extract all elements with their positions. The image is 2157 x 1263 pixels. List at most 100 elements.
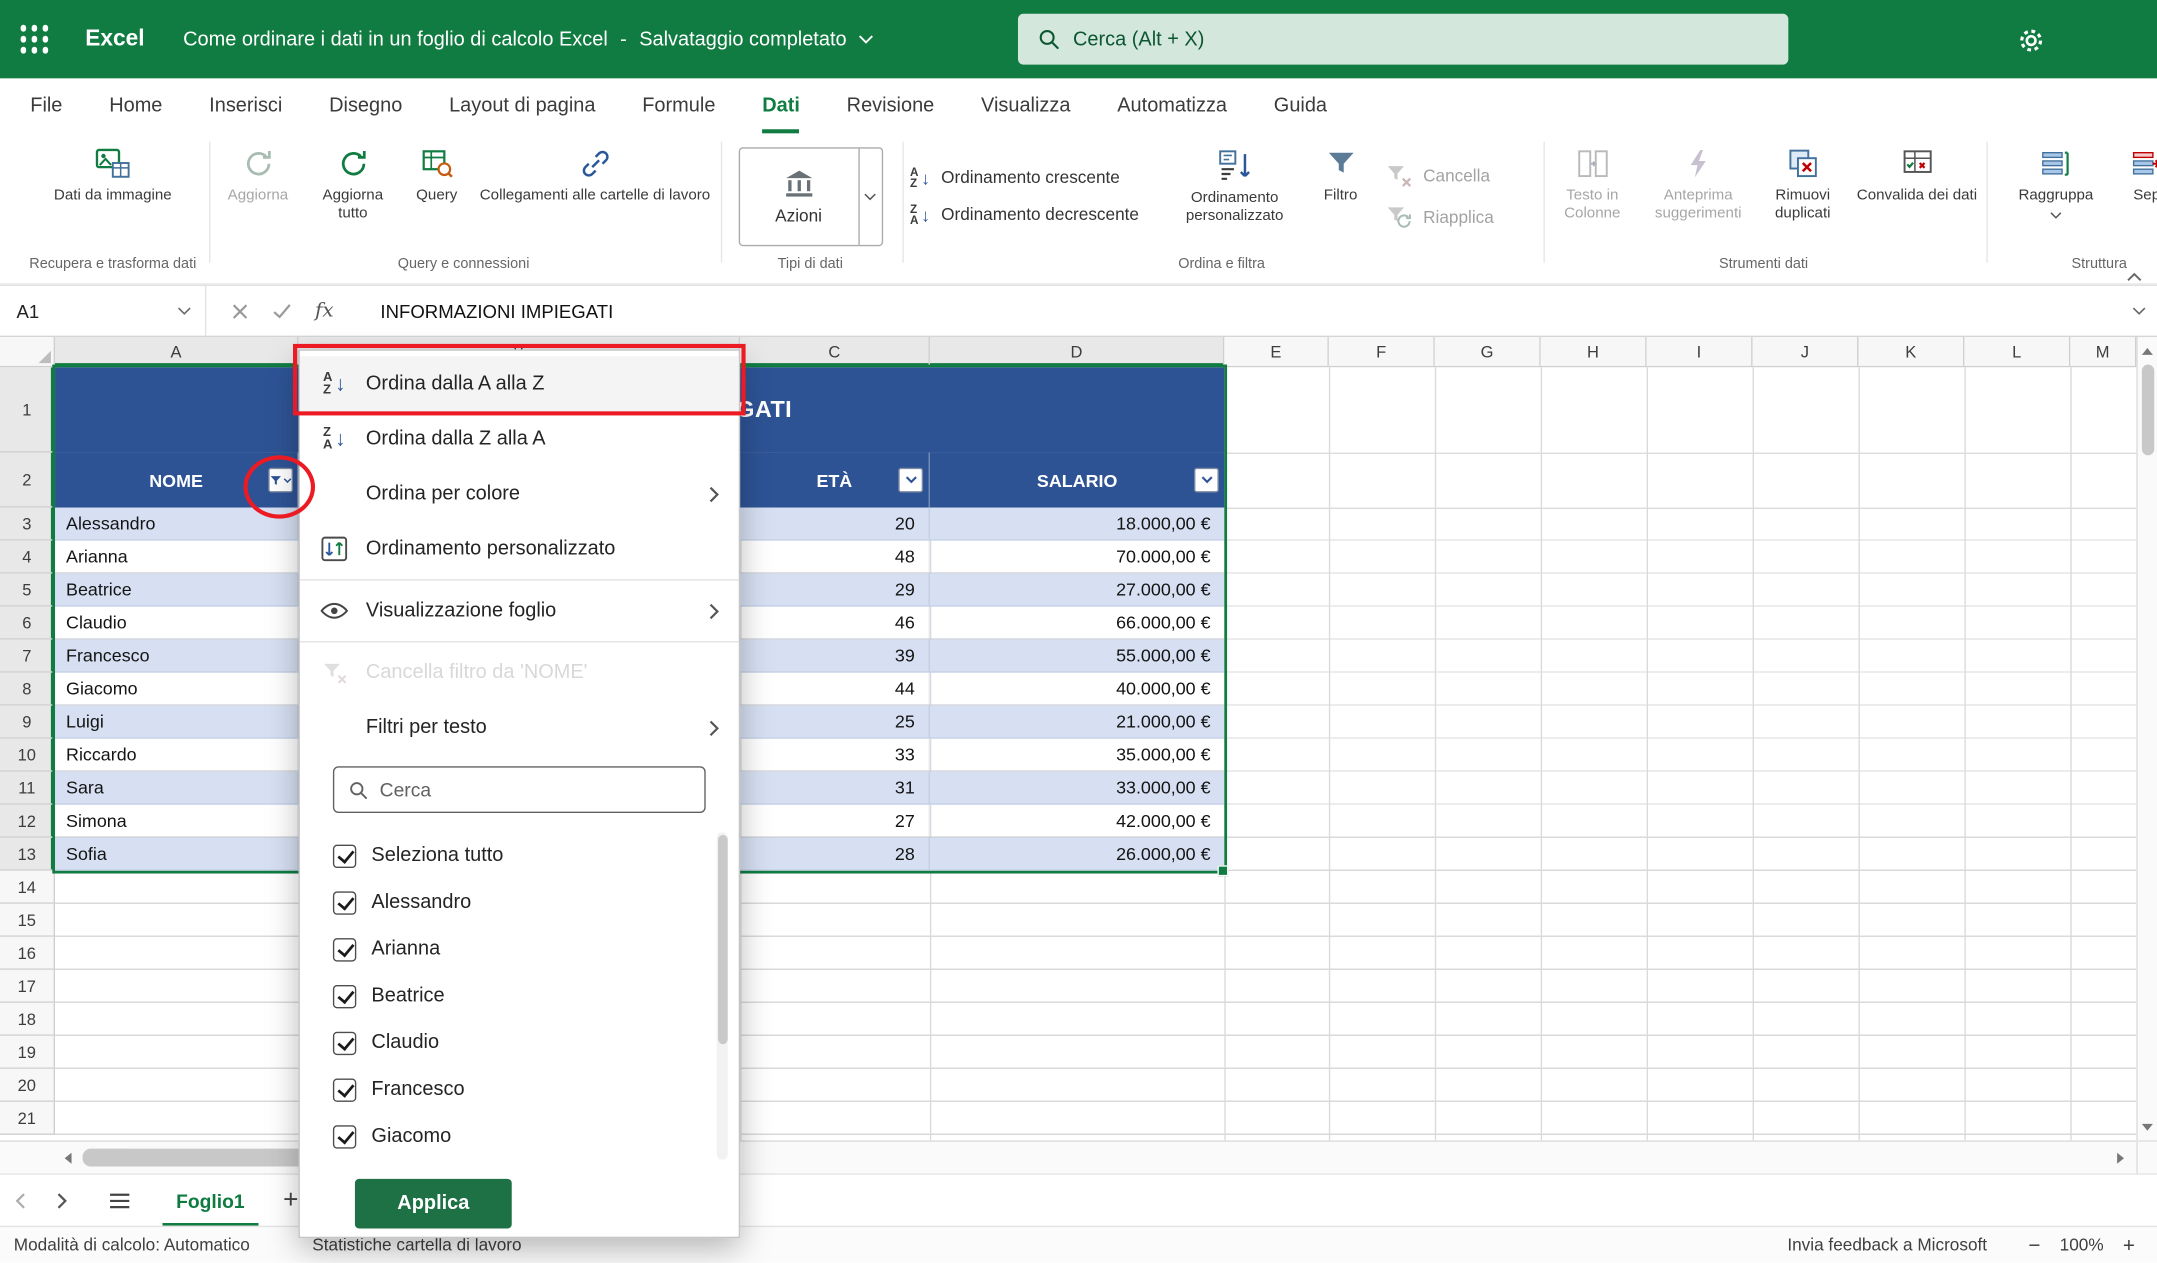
cell-eta[interactable]: 48 xyxy=(740,541,930,573)
row-header-11[interactable]: 11 xyxy=(0,772,55,805)
column-header-l[interactable]: L xyxy=(1964,337,2070,367)
convalida-dati-button[interactable]: Convalida dei dati xyxy=(1854,136,1981,256)
ordinamento-crescente-button[interactable]: AZ↓ Ordinamento crescente xyxy=(910,166,1166,189)
scroll-down-arrow[interactable] xyxy=(2138,1116,2157,1138)
row-header-14[interactable]: 14 xyxy=(0,871,55,904)
menu-scrollbar[interactable] xyxy=(717,832,728,1159)
tab-disegno[interactable]: Disegno xyxy=(329,78,402,133)
cell-salario[interactable]: 27.000,00 € xyxy=(930,574,1224,606)
tab-dati[interactable]: Dati xyxy=(762,78,800,133)
column-header-f[interactable]: F xyxy=(1329,337,1435,367)
cell-eta[interactable]: 20 xyxy=(740,508,930,540)
checklist-item-select-all[interactable]: Seleziona tutto xyxy=(333,832,739,879)
zoom-level[interactable]: 100% xyxy=(2060,1235,2104,1254)
column-header-k[interactable]: K xyxy=(1858,337,1964,367)
tab-revisione[interactable]: Revisione xyxy=(847,78,935,133)
previous-sheet-button[interactable] xyxy=(0,1192,41,1209)
select-all-corner[interactable] xyxy=(0,337,55,367)
apply-button[interactable]: Applica xyxy=(355,1179,512,1229)
header-cell-nome[interactable]: NOME xyxy=(55,453,298,508)
row-header-3[interactable]: 3 xyxy=(0,508,55,541)
app-name[interactable]: Excel xyxy=(85,26,144,52)
cell-nome[interactable]: Alessandro xyxy=(55,508,298,540)
row-header-16[interactable]: 16 xyxy=(0,937,55,970)
column-header-j[interactable]: J xyxy=(1753,337,1859,367)
cell-salario[interactable]: 26.000,00 € xyxy=(930,838,1224,870)
row-header-4[interactable]: 4 xyxy=(0,541,55,574)
cell-salario[interactable]: 33.000,00 € xyxy=(930,772,1224,804)
cell-salario[interactable]: 40.000,00 € xyxy=(930,673,1224,705)
checkbox-checked-icon[interactable] xyxy=(333,844,356,867)
tab-formule[interactable]: Formule xyxy=(642,78,715,133)
menu-scroll-thumb[interactable] xyxy=(717,835,727,1044)
checkbox-checked-icon[interactable] xyxy=(333,937,356,960)
cell-eta[interactable]: 33 xyxy=(740,739,930,771)
cell-salario[interactable]: 55.000,00 € xyxy=(930,640,1224,672)
azioni-dropdown[interactable] xyxy=(858,149,881,245)
cell-salario[interactable]: 70.000,00 € xyxy=(930,541,1224,573)
azioni-gallery[interactable]: Azioni xyxy=(738,147,882,246)
filter-search-input[interactable] xyxy=(380,779,691,801)
raggruppa-button[interactable]: Raggruppa xyxy=(2012,136,2100,256)
menu-item-sheet-view[interactable]: Visualizzazione foglio xyxy=(300,583,739,638)
header-cell-salario[interactable]: SALARIO xyxy=(930,453,1224,508)
calculation-mode[interactable]: Modalità di calcolo: Automatico xyxy=(0,1235,312,1254)
rimuovi-duplicati-button[interactable]: Rimuovi duplicati xyxy=(1759,136,1847,256)
cell-nome[interactable]: Arianna xyxy=(55,541,298,573)
aggiorna-tutto-button[interactable]: Aggiorna tutto xyxy=(309,136,397,256)
search-bar[interactable] xyxy=(1018,14,1788,65)
tab-guida[interactable]: Guida xyxy=(1274,78,1327,133)
cell-eta[interactable]: 46 xyxy=(740,607,930,639)
cell-nome[interactable]: Riccardo xyxy=(55,739,298,771)
cell-salario[interactable]: 21.000,00 € xyxy=(930,706,1224,738)
row-header-15[interactable]: 15 xyxy=(0,904,55,937)
row-header-17[interactable]: 17 xyxy=(0,970,55,1003)
menu-item-custom-sort[interactable]: Ordinamento personalizzato xyxy=(300,521,739,576)
column-header-i[interactable]: I xyxy=(1647,337,1753,367)
cell-eta[interactable]: 27 xyxy=(740,805,930,837)
cell-salario[interactable]: 66.000,00 € xyxy=(930,607,1224,639)
tab-visualizza[interactable]: Visualizza xyxy=(981,78,1070,133)
column-header-e[interactable]: E xyxy=(1224,337,1329,367)
row-header-1[interactable]: 1 xyxy=(0,367,55,452)
eta-filter-button[interactable] xyxy=(898,468,923,493)
tab-layout-di-pagina[interactable]: Layout di pagina xyxy=(449,78,595,133)
scroll-left-arrow[interactable] xyxy=(55,1142,80,1175)
menu-item-sort-by-color[interactable]: Ordina per colore xyxy=(300,466,739,521)
column-header-d[interactable]: D xyxy=(930,337,1224,367)
cell-nome[interactable]: Sara xyxy=(55,772,298,804)
app-launcher-button[interactable] xyxy=(0,0,69,78)
cell-nome[interactable]: Francesco xyxy=(55,640,298,672)
row-header-7[interactable]: 7 xyxy=(0,640,55,673)
checklist-item[interactable]: Beatrice xyxy=(333,973,739,1020)
tab-inserisci[interactable]: Inserisci xyxy=(209,78,282,133)
query-button[interactable]: Query xyxy=(404,136,470,256)
row-header-21[interactable]: 21 xyxy=(0,1102,55,1135)
menu-item-sort-az[interactable]: AZ↓ Ordina dalla A alla Z xyxy=(300,356,739,411)
checkbox-checked-icon[interactable] xyxy=(333,1125,356,1148)
zoom-out-button[interactable]: − xyxy=(2028,1233,2040,1256)
zoom-in-button[interactable]: + xyxy=(2123,1233,2135,1256)
cell-salario[interactable]: 35.000,00 € xyxy=(930,739,1224,771)
document-title[interactable]: Come ordinare i dati in un foglio di cal… xyxy=(183,28,874,50)
cell-nome[interactable]: Luigi xyxy=(55,706,298,738)
cell-eta[interactable]: 31 xyxy=(740,772,930,804)
row-header-10[interactable]: 10 xyxy=(0,739,55,772)
cancel-icon[interactable] xyxy=(231,302,249,320)
checklist-item[interactable]: Francesco xyxy=(333,1066,739,1113)
filtro-button[interactable]: Filtro xyxy=(1303,136,1377,256)
cell-nome[interactable]: Sofia xyxy=(55,838,298,870)
formula-content[interactable]: INFORMAZIONI IMPIEGATI xyxy=(380,301,613,322)
cell-eta[interactable]: 28 xyxy=(740,838,930,870)
cell-eta[interactable]: 44 xyxy=(740,673,930,705)
column-header-a[interactable]: A xyxy=(55,337,298,367)
row-header-6[interactable]: 6 xyxy=(0,607,55,640)
tab-automatizza[interactable]: Automatizza xyxy=(1117,78,1227,133)
filter-search-box[interactable] xyxy=(333,766,706,813)
name-box[interactable]: A1 xyxy=(0,286,206,336)
row-header-2[interactable]: 2 xyxy=(0,453,55,508)
feedback-link[interactable]: Invia feedback a Microsoft xyxy=(1787,1235,1987,1254)
add-sheet-button[interactable]: + xyxy=(283,1185,298,1215)
sheet-tab-foglio1[interactable]: Foglio1 xyxy=(162,1174,258,1226)
column-header-m[interactable]: M xyxy=(2070,337,2136,367)
